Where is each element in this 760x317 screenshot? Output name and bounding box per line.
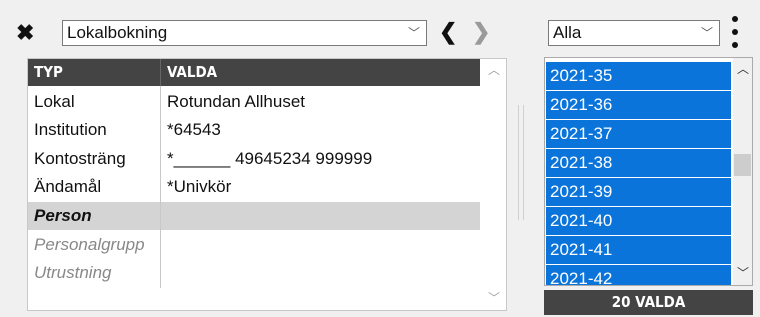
view-select-value: Lokalbokning bbox=[67, 23, 168, 42]
column-divider bbox=[160, 86, 161, 288]
week-item[interactable]: 2021-42 bbox=[546, 265, 731, 286]
table-header: TYP VALDA bbox=[28, 59, 481, 86]
selected-count-badge: 20 VALDA bbox=[544, 290, 753, 315]
more-options-icon[interactable] bbox=[730, 16, 740, 50]
row-type: Utrustning bbox=[34, 263, 112, 282]
table-row[interactable]: Kontosträng *______ 49645234 999999 bbox=[28, 145, 481, 173]
table-row[interactable]: Personalgrupp bbox=[28, 231, 481, 259]
row-type: Lokal bbox=[34, 92, 75, 111]
row-value: Rotundan Allhuset bbox=[167, 92, 305, 111]
row-type: Institution bbox=[34, 120, 107, 139]
scroll-down-icon[interactable]: ﹀ bbox=[737, 264, 749, 281]
scroll-up-icon[interactable]: ︿ bbox=[737, 60, 749, 77]
week-item[interactable]: 2021-35 bbox=[546, 62, 731, 90]
row-value: *______ 49645234 999999 bbox=[167, 149, 373, 168]
week-item[interactable]: 2021-39 bbox=[546, 178, 731, 206]
week-list: 2021-35 2021-36 2021-37 2021-38 2021-39 … bbox=[544, 57, 753, 286]
row-type: Person bbox=[34, 206, 92, 225]
close-icon[interactable]: ✖ bbox=[16, 22, 36, 44]
table-row[interactable]: Lokal Rotundan Allhuset bbox=[28, 88, 481, 116]
week-label: 2021-38 bbox=[550, 153, 613, 172]
row-type: Personalgrupp bbox=[34, 235, 145, 254]
column-header-type[interactable]: TYP bbox=[34, 63, 63, 81]
selection-table: TYP VALDA Lokal Rotundan Allhuset Instit… bbox=[27, 58, 507, 311]
view-select[interactable]: Lokalbokning ﹀ bbox=[62, 20, 427, 46]
panel-splitter[interactable] bbox=[516, 105, 526, 220]
row-value: *64543 bbox=[167, 120, 221, 139]
table-row-selected[interactable]: Person bbox=[28, 202, 481, 230]
week-item[interactable]: 2021-40 bbox=[546, 207, 731, 235]
next-icon[interactable]: ❯ bbox=[472, 19, 490, 45]
scroll-thumb[interactable] bbox=[734, 154, 751, 176]
chevron-down-icon: ﹀ bbox=[700, 26, 713, 40]
filter-select[interactable]: Alla ﹀ bbox=[548, 20, 720, 46]
row-value: *Univkör bbox=[167, 177, 232, 196]
week-list-scrollbar[interactable]: ︿ ﹀ bbox=[733, 58, 752, 285]
week-label: 2021-39 bbox=[550, 182, 613, 201]
week-item[interactable]: 2021-41 bbox=[546, 236, 731, 264]
chevron-down-icon: ﹀ bbox=[407, 26, 420, 40]
filter-select-value: Alla bbox=[553, 23, 582, 42]
week-label: 2021-40 bbox=[550, 211, 613, 230]
week-label: 2021-42 bbox=[550, 269, 613, 286]
week-label: 2021-41 bbox=[550, 240, 613, 259]
week-label: 2021-36 bbox=[550, 95, 613, 114]
row-type: Kontosträng bbox=[34, 149, 126, 168]
week-item[interactable]: 2021-38 bbox=[546, 149, 731, 177]
week-label: 2021-37 bbox=[550, 124, 613, 143]
header-divider bbox=[160, 59, 161, 86]
week-item[interactable]: 2021-37 bbox=[546, 120, 731, 148]
week-item[interactable]: 2021-36 bbox=[546, 91, 731, 119]
table-row[interactable]: Utrustning bbox=[28, 259, 481, 287]
table-row[interactable]: Institution *64543 bbox=[28, 116, 481, 144]
table-row[interactable]: Ändamål *Univkör bbox=[28, 173, 481, 201]
scroll-down-icon[interactable]: ﹀ bbox=[488, 289, 500, 306]
column-header-selected[interactable]: VALDA bbox=[167, 63, 217, 81]
row-type: Ändamål bbox=[34, 177, 102, 196]
table-scrollbar[interactable]: ︿ ﹀ bbox=[480, 59, 506, 310]
scroll-up-icon[interactable]: ︿ bbox=[488, 61, 500, 78]
previous-icon[interactable]: ❮ bbox=[439, 19, 457, 45]
week-label: 2021-35 bbox=[550, 66, 613, 85]
